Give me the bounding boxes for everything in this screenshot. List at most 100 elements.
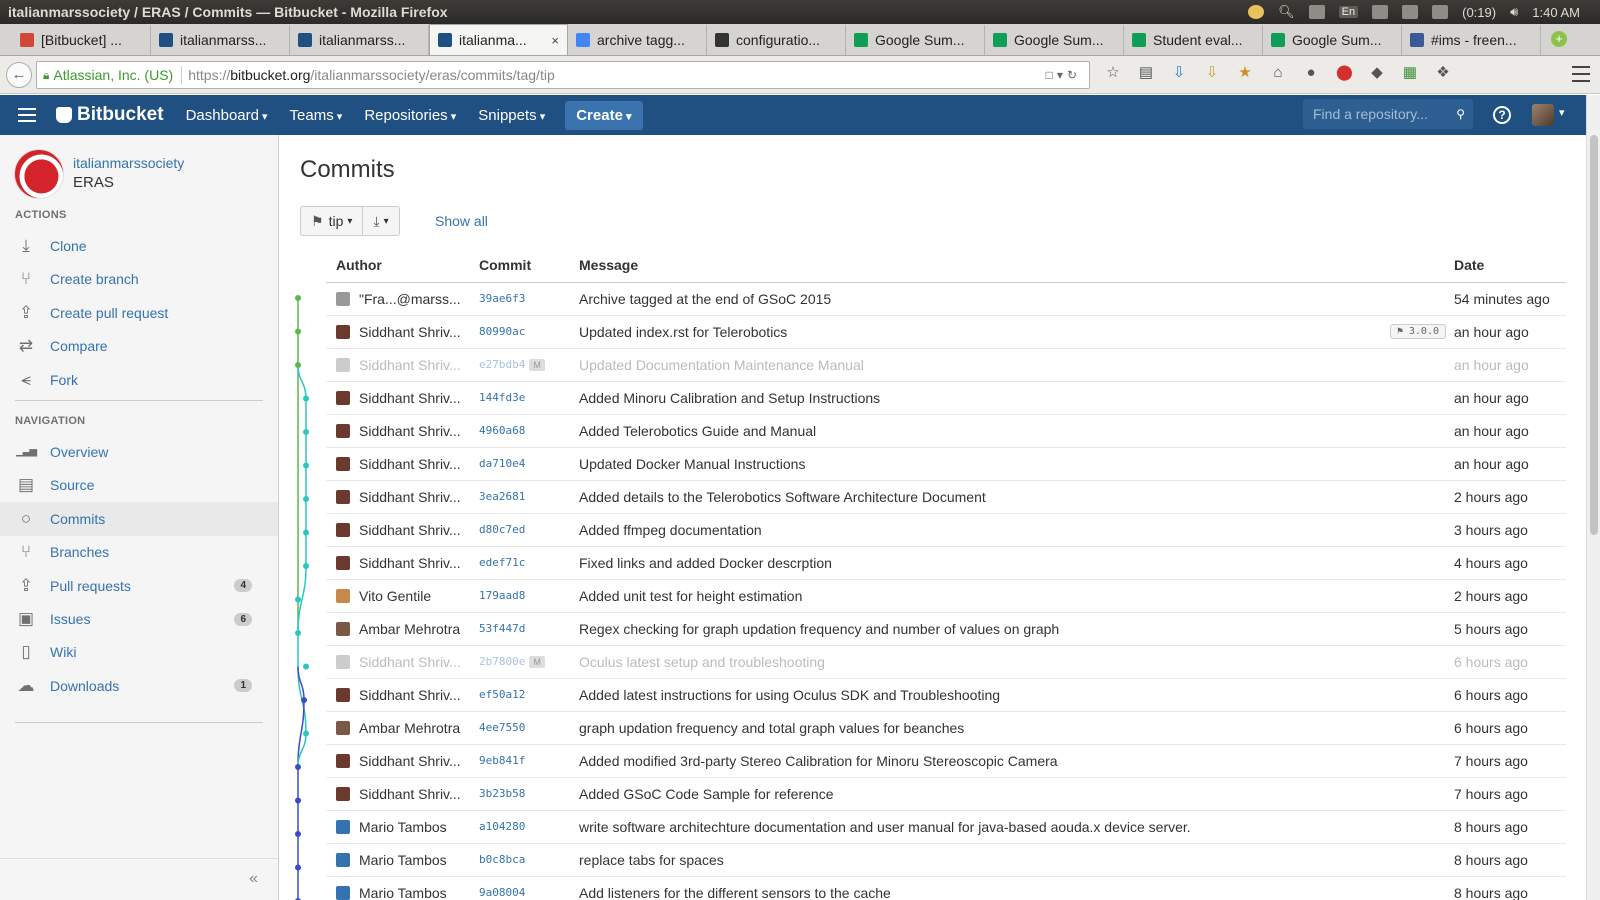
browser-tab[interactable]: [Bitbucket] ... [12,25,151,55]
commit-message-text[interactable]: Fixed links and added Docker descrption [579,555,832,571]
reload-icon[interactable]: □▾↻ [1046,68,1081,82]
chevron-down-icon[interactable]: ▾ [1559,106,1565,119]
commit-hash-link[interactable]: 4ee7550 [479,721,525,734]
commit-message-text[interactable]: Added details to the Telerobotics Softwa… [579,489,986,505]
table-row[interactable]: Mario Tambos b0c8bca replace tabs for spac… [326,843,1566,877]
table-row[interactable]: Siddhant Shriv... d80c7ed Added ffmpeg doc… [326,513,1566,547]
sidebar-item-fork[interactable]: ⪪ Fork [0,363,278,397]
commit-message-text[interactable]: Added ffmpeg documentation [579,522,762,538]
table-row[interactable]: Siddhant Shriv... e27bdb4 M Updated Documen… [326,348,1566,382]
table-row[interactable]: Siddhant Shriv... da710e4 Updated Docker M… [326,447,1566,481]
commit-message-text[interactable]: Added Minoru Calibration and Setup Instr… [579,390,880,406]
commit-message-text[interactable]: Updated Docker Manual Instructions [579,456,805,472]
commit-message-text[interactable]: Updated Documentation Maintenance Manual [579,357,864,373]
commit-message-text[interactable]: Added GSoC Code Sample for reference [579,786,833,802]
table-row[interactable]: Siddhant Shriv... edef71c Fixed links and … [326,546,1566,580]
browser-tab[interactable]: Google Sum... [985,25,1124,55]
nav-snippets[interactable]: Snippets [478,107,545,124]
table-row[interactable]: Mario Tambos a104280 write software archit… [326,810,1566,844]
collapse-sidebar-button[interactable]: « [0,858,278,900]
commit-hash-link[interactable]: 80990ac [479,325,525,338]
sidebar-item-wiki[interactable]: ▯ Wiki [0,635,278,669]
scrollbar-thumb[interactable] [1590,135,1598,535]
table-row[interactable]: Siddhant Shriv... 144fd3e Added Minoru Cal… [326,381,1566,415]
download-helper-icon[interactable]: ⇩ [1204,65,1220,81]
commit-hash-link[interactable]: edef71c [479,556,525,569]
sidebar-item-commits[interactable]: ○ Commits [0,501,278,536]
bluetooth-icon[interactable] [1372,5,1389,19]
commit-message-text[interactable]: Add listeners for the different sensors … [579,885,891,900]
user-avatar[interactable] [1532,104,1554,126]
table-row[interactable]: Siddhant Shriv... 9eb841f Added modified 3… [326,744,1566,778]
commit-message-text[interactable]: Archive tagged at the end of GSoC 2015 [579,291,831,307]
table-row[interactable]: "Fra...@marss... 39ae6f3 Archive tagged at… [326,282,1566,316]
search-icon[interactable]: 🔍︎ [1278,4,1295,20]
sidebar-item-downloads[interactable]: ☁ Downloads 1 [0,669,278,703]
keyboard-layout[interactable]: En [1338,6,1359,18]
commit-message-text[interactable]: Oculus latest setup and troubleshooting [579,654,825,670]
commit-hash-link[interactable]: 53f447d [479,622,525,635]
sidebar-item-create-branch[interactable]: ⑂ Create branch [0,262,278,296]
create-button[interactable]: Create [565,100,643,130]
commit-hash-link[interactable]: 9a08004 [479,886,525,899]
browser-tab[interactable]: Student eval... [1124,25,1263,55]
help-icon[interactable]: ? [1493,106,1511,124]
column-commit[interactable]: Commit [479,248,579,283]
commit-hash-link[interactable]: 4960a68 [479,424,525,437]
commit-hash-link[interactable]: 9eb841f [479,754,525,767]
back-button[interactable]: ← [6,61,32,88]
table-row[interactable]: Siddhant Shriv... 3b23b58 Added GSoC Code … [326,777,1566,811]
table-row[interactable]: Siddhant Shriv... 3ea2681 Added details to… [326,480,1566,514]
browser-tab[interactable]: italianmarss... [290,25,429,55]
commit-message-text[interactable]: write software architechture documentati… [579,819,1191,835]
menu-icon[interactable] [1572,66,1590,82]
table-row[interactable]: Ambar Mehrotra 53f447d Regex checking for … [326,612,1566,646]
nav-repositories[interactable]: Repositories [364,107,456,124]
sidebar-item-compare[interactable]: ⇄ Compare [0,329,278,363]
close-tab-icon[interactable]: × [551,33,559,48]
mail-icon[interactable] [1402,5,1419,19]
commit-hash-link[interactable]: a104280 [479,820,525,833]
commit-hash-link[interactable]: 179aad8 [479,589,525,602]
nav-dashboard[interactable]: Dashboard [186,107,268,124]
commit-hash-link[interactable]: 3b23b58 [479,787,525,800]
repo-avatar[interactable] [14,149,64,199]
commit-hash-link[interactable]: ef50a12 [479,688,525,701]
commit-hash-link[interactable]: d80c7ed [479,523,525,536]
bitbucket-logo[interactable]: Bitbucket [56,104,164,126]
home-icon[interactable]: ⌂ [1270,65,1286,81]
table-row[interactable]: Mario Tambos 9a08004 Add listeners for the… [326,876,1566,900]
reading-list-icon[interactable]: ▤ [1138,65,1154,81]
url-bar[interactable]: 🔒︎ Atlassian, Inc. (US) https://bitbucke… [36,61,1090,89]
download-button[interactable]: ⤓ ▾ [362,207,398,235]
chat-icon[interactable]: ● [1303,65,1319,81]
commit-message-text[interactable]: graph updation frequency and total graph… [579,720,964,736]
sidebar-item-overview[interactable]: ▁▃▅ Overview [0,435,278,469]
app-switcher-icon[interactable] [18,108,36,122]
adblock-icon[interactable]: ⬤ [1336,65,1353,81]
commit-hash-link[interactable]: da710e4 [479,457,525,470]
chrome-icon[interactable] [1248,5,1265,19]
sidebar-item-issues[interactable]: ▣ Issues 6 [0,602,278,636]
repo-search-input[interactable]: Find a repository... ⚲ [1303,99,1473,129]
commit-message-text[interactable]: Added modified 3rd-party Stereo Calibrat… [579,753,1058,769]
site-identity[interactable]: Atlassian, Inc. (US) [53,67,173,83]
network-icon[interactable] [1308,5,1325,19]
table-row[interactable]: Siddhant Shriv... 4960a68 Added Teleroboti… [326,414,1566,448]
new-tab-button[interactable]: + [1551,31,1567,47]
table-row[interactable]: Ambar Mehrotra 4ee7550 graph updation freq… [326,711,1566,745]
translate-icon[interactable]: ▦ [1402,65,1418,81]
show-all-link[interactable]: Show all [435,213,488,229]
sidebar-item-branches[interactable]: ⑂ Branches [0,535,278,569]
commit-hash-link[interactable]: 3ea2681 [479,490,525,503]
tag-selector-button[interactable]: ⚑︎ tip ▾ [301,207,362,235]
commit-hash-link[interactable]: 144fd3e [479,391,525,404]
pocket-icon[interactable]: ◆ [1369,65,1385,81]
browser-tab[interactable]: archive tagg... [568,25,707,55]
table-row[interactable]: Siddhant Shriv... 80990ac Updated index.rs… [326,315,1566,349]
table-row[interactable]: Siddhant Shriv... 2b7800e M Oculus latest s… [326,645,1566,679]
browser-tab[interactable]: italianma... × [429,24,568,55]
commit-message-text[interactable]: Added latest instructions for using Ocul… [579,687,1000,703]
commit-message-text[interactable]: Added unit test for height estimation [579,588,802,604]
browser-tab[interactable]: italianmarss... [151,25,290,55]
